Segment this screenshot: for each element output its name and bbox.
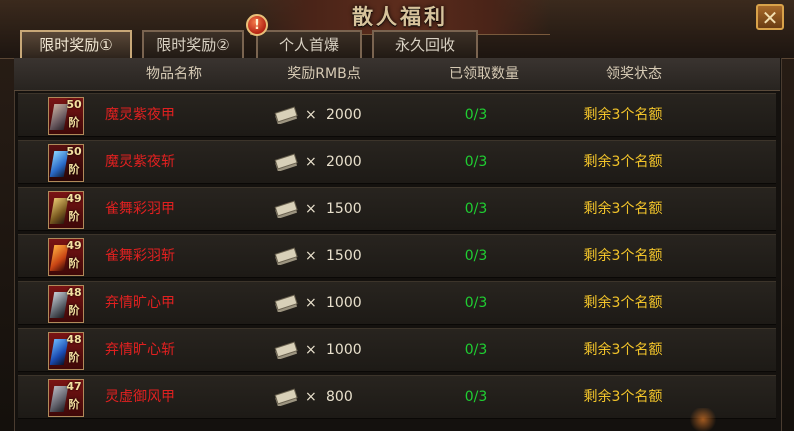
item-name: 灵虚御风甲 [105,389,175,405]
equipment-icon[interactable]: 47 阶 [48,379,84,417]
claim-status: 剩余3个名额 [583,295,663,311]
table-row: 48 阶 弃情旷心甲 × 1000 0/3 剩余3个名额 [18,281,776,325]
multiply-symbol: × [305,295,317,311]
equipment-icon[interactable]: 50 阶 [48,97,84,135]
claim-status: 剩余3个名额 [583,342,663,358]
claimed-count: 0/3 [464,107,488,123]
reward-amount: 2000 [326,154,362,170]
tab-limited-reward-2[interactable]: 限时奖励② [142,30,244,58]
reward-amount: 800 [326,389,353,405]
banknote-icon [274,388,298,406]
banknote-icon [274,106,298,124]
multiply-symbol: × [305,248,317,264]
multiply-symbol: × [305,107,317,123]
item-name: 弃情旷心斩 [105,342,175,358]
banknote-icon [274,341,298,359]
table-row: 47 阶 灵虚御风甲 × 800 0/3 剩余3个名额 [18,375,776,419]
reward-amount: 1500 [326,201,362,217]
item-level: 48 [66,286,82,299]
claim-status: 剩余3个名额 [583,201,663,217]
reward-amount: 1000 [326,295,362,311]
claim-status: 剩余3个名额 [583,107,663,123]
multiply-symbol: × [305,342,317,358]
table-row: 50 阶 魔灵紫夜斩 × 2000 0/3 剩余3个名额 [18,140,776,184]
item-level: 47 [66,380,82,393]
multiply-symbol: × [305,201,317,217]
claimed-count: 0/3 [464,248,488,264]
claim-status: 剩余3个名额 [583,389,663,405]
equipment-icon[interactable]: 49 阶 [48,238,84,276]
banknote-icon [274,247,298,265]
claim-status: 剩余3个名额 [583,154,663,170]
banknote-icon [274,153,298,171]
equipment-icon[interactable]: 48 阶 [48,285,84,323]
item-name: 魔灵紫夜甲 [105,107,175,123]
tab-permanent-recycle[interactable]: 永久回收 [372,30,478,58]
claim-status: 剩余3个名额 [583,248,663,264]
alert-icon: ! [246,14,268,36]
claimed-count: 0/3 [464,154,488,170]
header-item-name: 物品名称 [146,66,202,82]
item-level-unit: 阶 [68,210,80,223]
item-name: 弃情旷心甲 [105,295,175,311]
banknote-icon [274,200,298,218]
item-level-unit: 阶 [68,398,80,411]
item-level-unit: 阶 [68,304,80,317]
item-level: 49 [66,239,82,252]
reward-amount: 1500 [326,248,362,264]
header-reward: 奖励RMB点 [287,66,361,82]
item-level: 50 [66,98,82,111]
claimed-count: 0/3 [464,389,488,405]
claimed-count: 0/3 [464,201,488,217]
reward-amount: 1000 [326,342,362,358]
ember-decoration [688,408,718,431]
item-level-unit: 阶 [68,163,80,176]
item-level: 50 [66,145,82,158]
banknote-icon [274,294,298,312]
multiply-symbol: × [305,389,317,405]
item-level-unit: 阶 [68,257,80,270]
item-level: 49 [66,192,82,205]
item-level: 48 [66,333,82,346]
item-level-unit: 阶 [68,116,80,129]
claimed-count: 0/3 [464,342,488,358]
item-name: 雀舞彩羽甲 [105,201,175,217]
claimed-count: 0/3 [464,295,488,311]
item-level-unit: 阶 [68,351,80,364]
header-claimed: 已领取数量 [449,66,519,82]
multiply-symbol: × [305,154,317,170]
window-title: 散人福利 [352,5,448,29]
table-row: 49 阶 雀舞彩羽甲 × 1500 0/3 剩余3个名额 [18,187,776,231]
equipment-icon[interactable]: 50 阶 [48,144,84,182]
tab-personal-first-drop[interactable]: 个人首爆 [256,30,362,58]
equipment-icon[interactable]: 48 阶 [48,332,84,370]
tab-limited-reward-1[interactable]: 限时奖励① [20,30,132,58]
item-name: 魔灵紫夜斩 [105,154,175,170]
table-row: 49 阶 雀舞彩羽斩 × 1500 0/3 剩余3个名额 [18,234,776,278]
close-icon: ✕ [761,6,779,30]
reward-amount: 2000 [326,107,362,123]
header-status: 领奖状态 [606,66,662,82]
table-header: 物品名称 奖励RMB点 已领取数量 领奖状态 [14,58,780,91]
table-row: 50 阶 魔灵紫夜甲 × 2000 0/3 剩余3个名额 [18,93,776,137]
equipment-icon[interactable]: 49 阶 [48,191,84,229]
item-name: 雀舞彩羽斩 [105,248,175,264]
close-button[interactable]: ✕ [756,4,784,30]
table-row: 48 阶 弃情旷心斩 × 1000 0/3 剩余3个名额 [18,328,776,372]
